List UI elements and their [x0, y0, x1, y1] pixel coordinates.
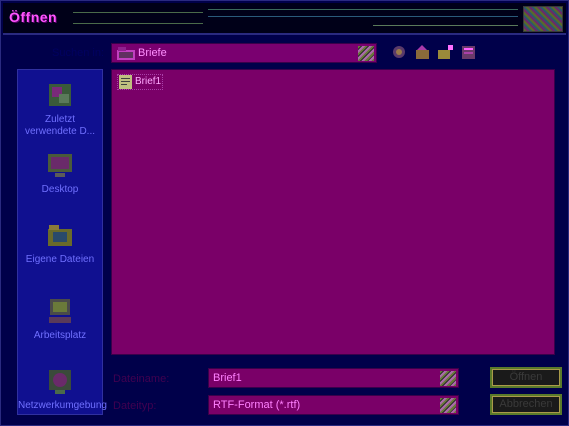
- list-item[interactable]: Brief1: [117, 74, 163, 90]
- open-dialog: Öffnen Suchen in: Briefe Zuletzt verwend…: [0, 0, 569, 426]
- place-label: Zuletzt verwendete D...: [24, 114, 96, 137]
- place-network[interactable]: Netzwerkumgebung: [18, 366, 107, 412]
- look-in-dropdown[interactable]: Briefe: [111, 43, 377, 63]
- back-icon[interactable]: [391, 44, 408, 61]
- title-bar[interactable]: Öffnen: [3, 3, 566, 35]
- title-line: [373, 25, 518, 26]
- title-line: [73, 23, 203, 24]
- filetype-select[interactable]: RTF-Format (*.rtf): [208, 395, 459, 415]
- recent-icon: [49, 84, 71, 106]
- view-menu-icon[interactable]: [460, 44, 477, 61]
- filename-field[interactable]: Brief1: [208, 368, 459, 388]
- title-line: [208, 16, 518, 17]
- network-icon: [49, 370, 71, 394]
- close-icon[interactable]: [523, 6, 563, 32]
- look-in-value: Briefe: [138, 47, 167, 59]
- rtf-document-icon: [119, 75, 132, 89]
- place-label: Eigene Dateien: [25, 254, 95, 265]
- cancel-button[interactable]: Abbrechen: [490, 394, 562, 415]
- place-my-documents[interactable]: Eigene Dateien: [18, 220, 102, 266]
- place-my-computer[interactable]: Arbeitsplatz: [18, 296, 102, 342]
- filetype-label: Dateityp:: [113, 400, 157, 412]
- filename-label: Dateiname:: [113, 373, 170, 385]
- place-label: Netzwerkumgebung: [18, 400, 107, 411]
- chevron-down-icon[interactable]: [440, 398, 456, 413]
- look-in-label: Suchen in:: [52, 47, 104, 59]
- filetype-value: RTF-Format (*.rtf): [213, 399, 301, 411]
- desktop-icon: [48, 154, 72, 177]
- chevron-down-icon[interactable]: [440, 371, 456, 386]
- folder-icon: [117, 47, 135, 60]
- title-line: [208, 9, 518, 10]
- my-computer-icon: [49, 299, 71, 323]
- place-desktop[interactable]: Desktop: [18, 150, 102, 196]
- places-bar: Zuletzt verwendete D... Desktop Eigene D…: [17, 69, 107, 415]
- place-label: Desktop: [41, 184, 79, 195]
- up-folder-icon[interactable]: [414, 44, 431, 61]
- title-line: [73, 12, 203, 13]
- toolbar: [391, 44, 477, 61]
- file-list[interactable]: Brief1: [111, 69, 555, 355]
- my-documents-icon: [48, 225, 72, 246]
- filename-value: Brief1: [213, 372, 242, 384]
- file-name: Brief1: [135, 76, 162, 87]
- new-folder-icon[interactable]: [437, 44, 454, 61]
- place-label: Arbeitsplatz: [33, 330, 87, 341]
- open-button[interactable]: Öffnen: [490, 367, 562, 388]
- chevron-down-icon[interactable]: [358, 46, 374, 61]
- window-title: Öffnen: [9, 9, 58, 25]
- place-recent[interactable]: Zuletzt verwendete D...: [18, 80, 102, 138]
